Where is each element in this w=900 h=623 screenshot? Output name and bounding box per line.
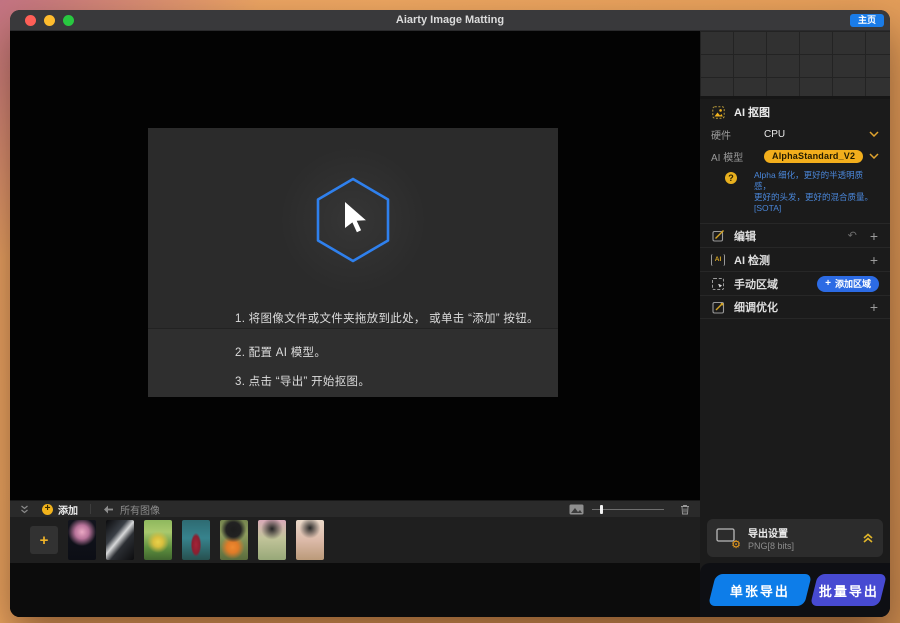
crosshair-icon: +: [825, 277, 831, 289]
import-hexagon-cursor-icon: [315, 176, 391, 264]
trash-icon[interactable]: [680, 504, 690, 515]
ai-detect-panel-row[interactable]: AI AI 检测 +: [700, 247, 890, 271]
chevron-down-icon: [869, 153, 879, 159]
manual-region-panel-row[interactable]: 手动区域 + 添加区域: [700, 271, 890, 295]
hardware-select[interactable]: CPU: [755, 129, 879, 140]
thumbnail-size-icon: [569, 504, 584, 515]
export-format: PNG[8 bits]: [748, 541, 795, 551]
titlebar: Aiarty Image Matting 主页: [10, 10, 890, 31]
hardware-row: 硬件 CPU: [700, 123, 890, 145]
thumbnail-item[interactable]: [144, 520, 172, 560]
add-images-button[interactable]: + 添加: [42, 502, 78, 517]
model-select[interactable]: AlphaStandard_V2: [755, 149, 879, 163]
instruction-1: 1. 将图像文件或文件夹拖放到此处， 或单击 “添加” 按钮。: [235, 313, 539, 325]
expand-edit-panel-button[interactable]: +: [869, 229, 879, 243]
model-value-pill: AlphaStandard_V2: [764, 149, 864, 163]
ai-matting-icon: [711, 105, 725, 119]
thumbnail-item[interactable]: [258, 520, 286, 560]
desktop-background: Aiarty Image Matting 主页 1. 将图像文件或文件夹拖放到此…: [0, 0, 900, 623]
single-export-button[interactable]: 单张导出: [708, 574, 812, 606]
export-settings-title: 导出设置: [748, 529, 788, 540]
expand-finetune-panel-button[interactable]: +: [869, 300, 879, 314]
navigator-grid: [700, 31, 890, 99]
toolbar-divider: [90, 504, 91, 514]
edit-icon: [711, 229, 725, 243]
edit-panel-row[interactable]: 编辑 ↶ +: [700, 223, 890, 247]
zoom-button[interactable]: [63, 14, 74, 26]
undo-icon[interactable]: ↶: [848, 229, 857, 242]
export-display-gear-icon: ⚙: [716, 528, 741, 551]
thumbnail-item[interactable]: [220, 520, 248, 560]
instruction-2: 2. 配置 AI 模型。: [235, 347, 327, 359]
thumbnail-item[interactable]: [182, 520, 210, 560]
back-arrow-icon[interactable]: [103, 505, 114, 514]
minimize-button[interactable]: [44, 14, 55, 26]
batch-export-button[interactable]: 批量导出: [809, 574, 887, 606]
main-area: 1. 将图像文件或文件夹拖放到此处， 或单击 “添加” 按钮。 2. 配置 AI…: [10, 31, 700, 617]
all-images-label[interactable]: 所有图像: [120, 502, 160, 517]
ai-detect-icon: AI: [711, 253, 725, 267]
model-hint-text: Alpha 细化，更好的半透明质感， 更好的头发，更好的混合质量。[SOTA]: [754, 170, 874, 213]
left-footer: [10, 563, 700, 617]
model-row: AI 模型 AlphaStandard_V2: [700, 145, 890, 167]
bottom-toolbar: + 添加 所有图像: [10, 500, 700, 517]
slider-thumb[interactable]: [600, 504, 603, 514]
zoom-slider[interactable]: [592, 504, 664, 514]
help-icon[interactable]: ?: [725, 172, 737, 184]
canvas: 1. 将图像文件或文件夹拖放到此处， 或单击 “添加” 按钮。 2. 配置 AI…: [10, 31, 700, 500]
export-settings-card[interactable]: ⚙ 导出设置 PNG[8 bits]: [707, 519, 883, 557]
app-window: Aiarty Image Matting 主页 1. 将图像文件或文件夹拖放到此…: [10, 10, 890, 617]
add-region-button[interactable]: + 添加区域: [817, 275, 879, 292]
expand-ai-detect-panel-button[interactable]: +: [869, 253, 879, 267]
thumbnail-strip: +: [10, 517, 700, 563]
add-plus-icon: +: [42, 503, 53, 515]
ai-matting-panel-header: AI 抠图: [700, 101, 890, 123]
finetune-icon: [711, 300, 725, 314]
close-button[interactable]: [25, 14, 36, 26]
thumbnail-item[interactable]: [106, 520, 134, 560]
collapse-panel-icon[interactable]: [20, 505, 29, 514]
traffic-lights: [25, 14, 74, 26]
sidebar: AI 抠图 硬件 CPU AI 模型 AlphaStandard_V2 ? Al…: [700, 31, 890, 617]
home-button[interactable]: 主页: [849, 14, 884, 27]
instruction-3: 3. 点击 “导出” 开始抠图。: [235, 376, 371, 388]
drop-zone[interactable]: 1. 将图像文件或文件夹拖放到此处， 或单击 “添加” 按钮。 2. 配置 AI…: [148, 128, 558, 397]
manual-region-icon: [711, 277, 725, 291]
export-actions-bar: 单张导出 批量导出: [700, 563, 890, 617]
window-title: Aiarty Image Matting: [395, 14, 505, 26]
thumbnail-item[interactable]: [68, 520, 96, 560]
model-hint-row: ? Alpha 细化，更好的半透明质感， 更好的头发，更好的混合质量。[SOTA…: [700, 167, 890, 223]
thumbnail-item[interactable]: [296, 520, 324, 560]
chevron-down-icon: [869, 131, 879, 137]
finetune-panel-row[interactable]: 细调优化 +: [700, 295, 890, 319]
add-thumbnail-button[interactable]: +: [30, 526, 58, 554]
double-chevron-up-icon[interactable]: [862, 532, 874, 544]
